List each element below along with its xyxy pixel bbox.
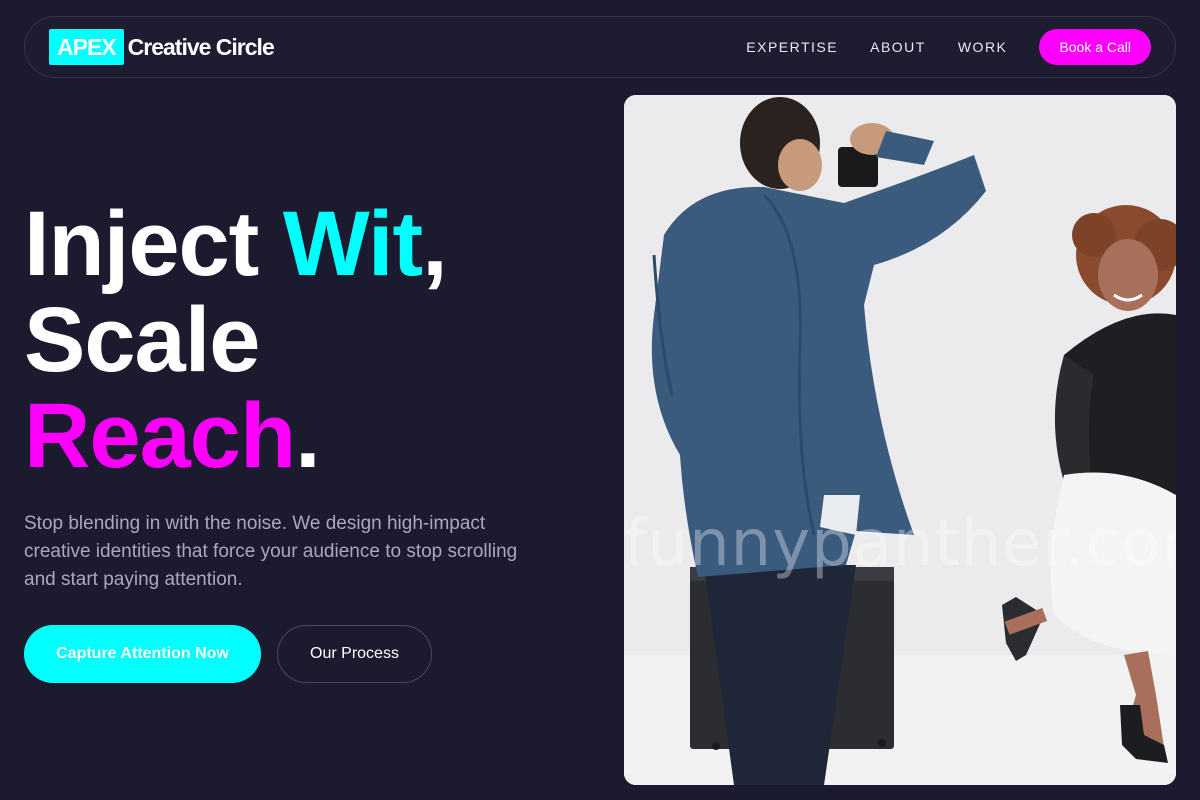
nav-link-about[interactable]: ABOUT [870, 39, 926, 55]
headline-inject: Inject [24, 193, 283, 295]
headline-line-3: Reach. [24, 388, 447, 484]
brand-name: Creative Circle [127, 33, 275, 60]
hero-headline: Inject Wit, Scale Reach. [24, 193, 448, 484]
landing-page: APEX Creative Circle EXPERTISE ABOUT WOR… [0, 0, 1200, 800]
nav-links: EXPERTISE ABOUT WORK Book a Call [746, 29, 1151, 65]
headline-comma: , [422, 193, 448, 295]
brand-logo[interactable]: APEX Creative Circle [49, 29, 275, 65]
image-watermark: funnypanther.com [624, 507, 1176, 581]
book-call-button[interactable]: Book a Call [1039, 29, 1151, 65]
capture-attention-button[interactable]: Capture Attention Now [24, 625, 261, 683]
headline-line-2: Scale [24, 289, 260, 391]
hero-photo: funnypanther.com [624, 95, 1176, 785]
photographer-scene-illustration [624, 95, 1176, 785]
nav-link-work[interactable]: WORK [958, 39, 1008, 55]
headline-reach: Reach [24, 385, 296, 487]
navbar: APEX Creative Circle EXPERTISE ABOUT WOR… [24, 16, 1176, 78]
headline-period: . [295, 385, 321, 487]
nav-link-expertise[interactable]: EXPERTISE [746, 39, 838, 55]
hero-subtext: Stop blending in with the noise. We desi… [24, 513, 518, 590]
headline-wit: Wit [282, 193, 423, 295]
brand-badge: APEX [49, 29, 124, 65]
our-process-button[interactable]: Our Process [277, 625, 432, 683]
headline-line-1: Inject Wit, [24, 193, 448, 295]
